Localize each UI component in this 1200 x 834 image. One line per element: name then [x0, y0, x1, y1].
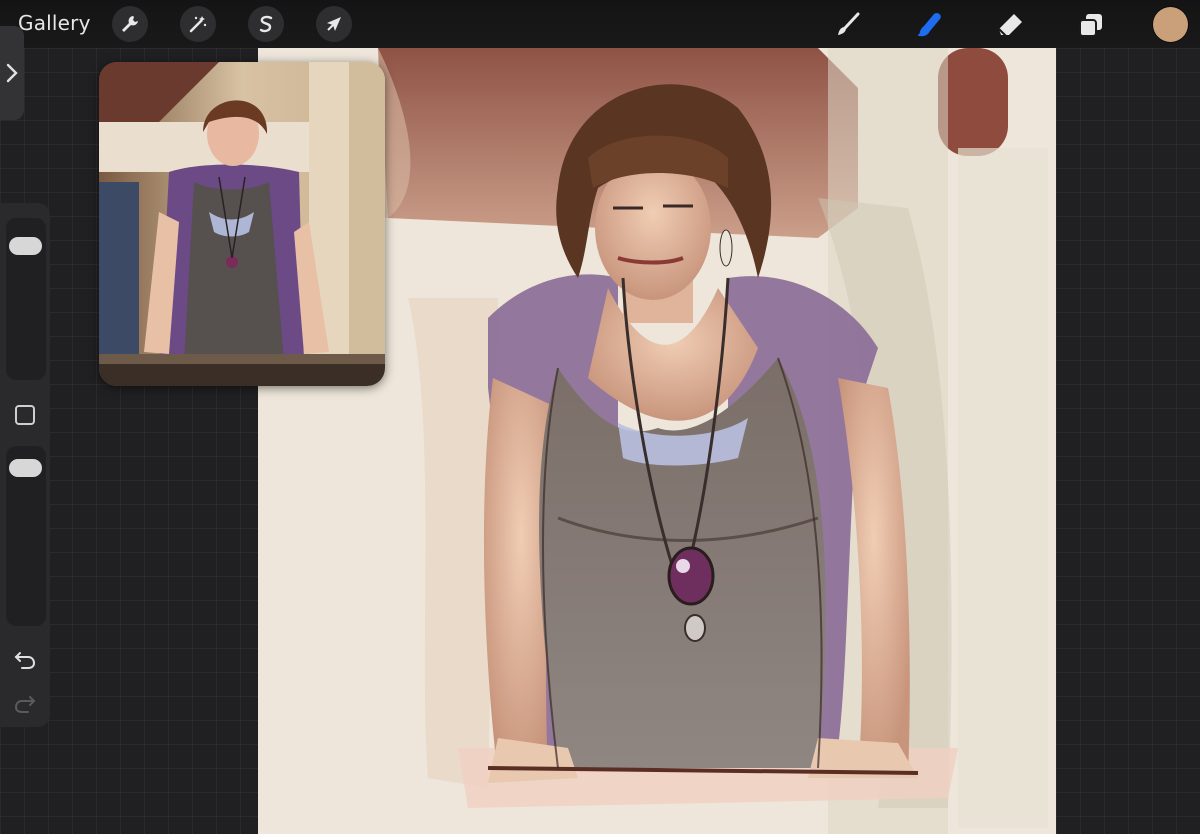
reference-photo-window[interactable] — [99, 62, 385, 386]
arrow-cursor-icon[interactable] — [316, 6, 352, 42]
redo-icon[interactable] — [12, 690, 38, 716]
undo-icon[interactable] — [12, 646, 38, 672]
top-toolbar: Gallery — [0, 0, 1200, 48]
brush-size-slider[interactable] — [6, 218, 46, 380]
brush-size-knob[interactable] — [9, 237, 42, 255]
wrench-icon[interactable] — [112, 6, 148, 42]
sidebar-toggle-chevron-icon[interactable] — [0, 26, 24, 120]
magic-wand-icon[interactable] — [180, 6, 216, 42]
smudge-finger-icon[interactable] — [912, 7, 948, 43]
color-swatch[interactable] — [1153, 7, 1188, 42]
selection-s-icon[interactable] — [248, 6, 284, 42]
layers-icon[interactable] — [1073, 7, 1109, 43]
gallery-button[interactable]: Gallery — [18, 11, 91, 35]
opacity-slider[interactable] — [6, 446, 46, 626]
reference-photo — [99, 62, 385, 386]
opacity-knob[interactable] — [9, 459, 42, 477]
modify-square-icon[interactable] — [15, 405, 35, 425]
eraser-icon[interactable] — [993, 7, 1029, 43]
brush-icon[interactable] — [830, 7, 866, 43]
